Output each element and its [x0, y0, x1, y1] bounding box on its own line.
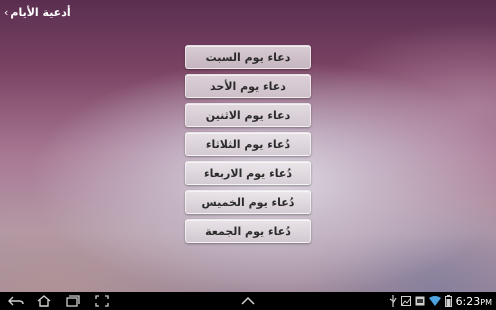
tuesday-prayer-button[interactable]: دُعاء يوم الثلاثاء — [185, 132, 311, 156]
action-bar: ‹ أدعية الأيام — [0, 0, 496, 26]
back-arrow-icon[interactable] — [6, 292, 26, 310]
friday-prayer-button[interactable]: دُعاء يوم الجمعة — [185, 219, 311, 243]
thursday-prayer-button[interactable]: دُعاء يوم الخميس — [185, 190, 311, 214]
monday-prayer-button[interactable]: دعاء يوم الاثنين — [185, 103, 311, 127]
day-menu: دعاء يوم السبت دعاء يوم الأحد دعاء يوم ا… — [185, 45, 311, 248]
wednesday-prayer-button[interactable]: دُعاء يوم الاربعاء — [185, 161, 311, 185]
app-screen: ‹ أدعية الأيام دعاء يوم السبت دعاء يوم ا… — [0, 0, 496, 310]
notification-icon — [415, 296, 425, 306]
battery-icon — [444, 295, 452, 307]
usb-icon — [389, 295, 397, 307]
recent-apps-icon[interactable] — [63, 292, 83, 310]
screenshot-icon[interactable] — [92, 292, 112, 310]
clock-ampm: PM — [480, 297, 492, 307]
saturday-prayer-button[interactable]: دعاء يوم السبت — [185, 45, 311, 69]
system-navigation-bar: 6:23PM — [0, 292, 496, 310]
wifi-icon — [428, 296, 441, 306]
chevron-up-icon[interactable] — [238, 292, 258, 310]
status-area[interactable]: 6:23PM — [389, 292, 492, 310]
home-icon[interactable] — [34, 292, 54, 310]
chevron-left-icon[interactable]: ‹ — [4, 0, 8, 26]
gallery-icon — [400, 296, 411, 306]
clock-time: 6:23 — [455, 294, 481, 308]
sunday-prayer-button[interactable]: دعاء يوم الأحد — [185, 74, 311, 98]
clock: 6:23PM — [456, 295, 492, 308]
app-title[interactable]: أدعية الأيام — [10, 0, 70, 26]
